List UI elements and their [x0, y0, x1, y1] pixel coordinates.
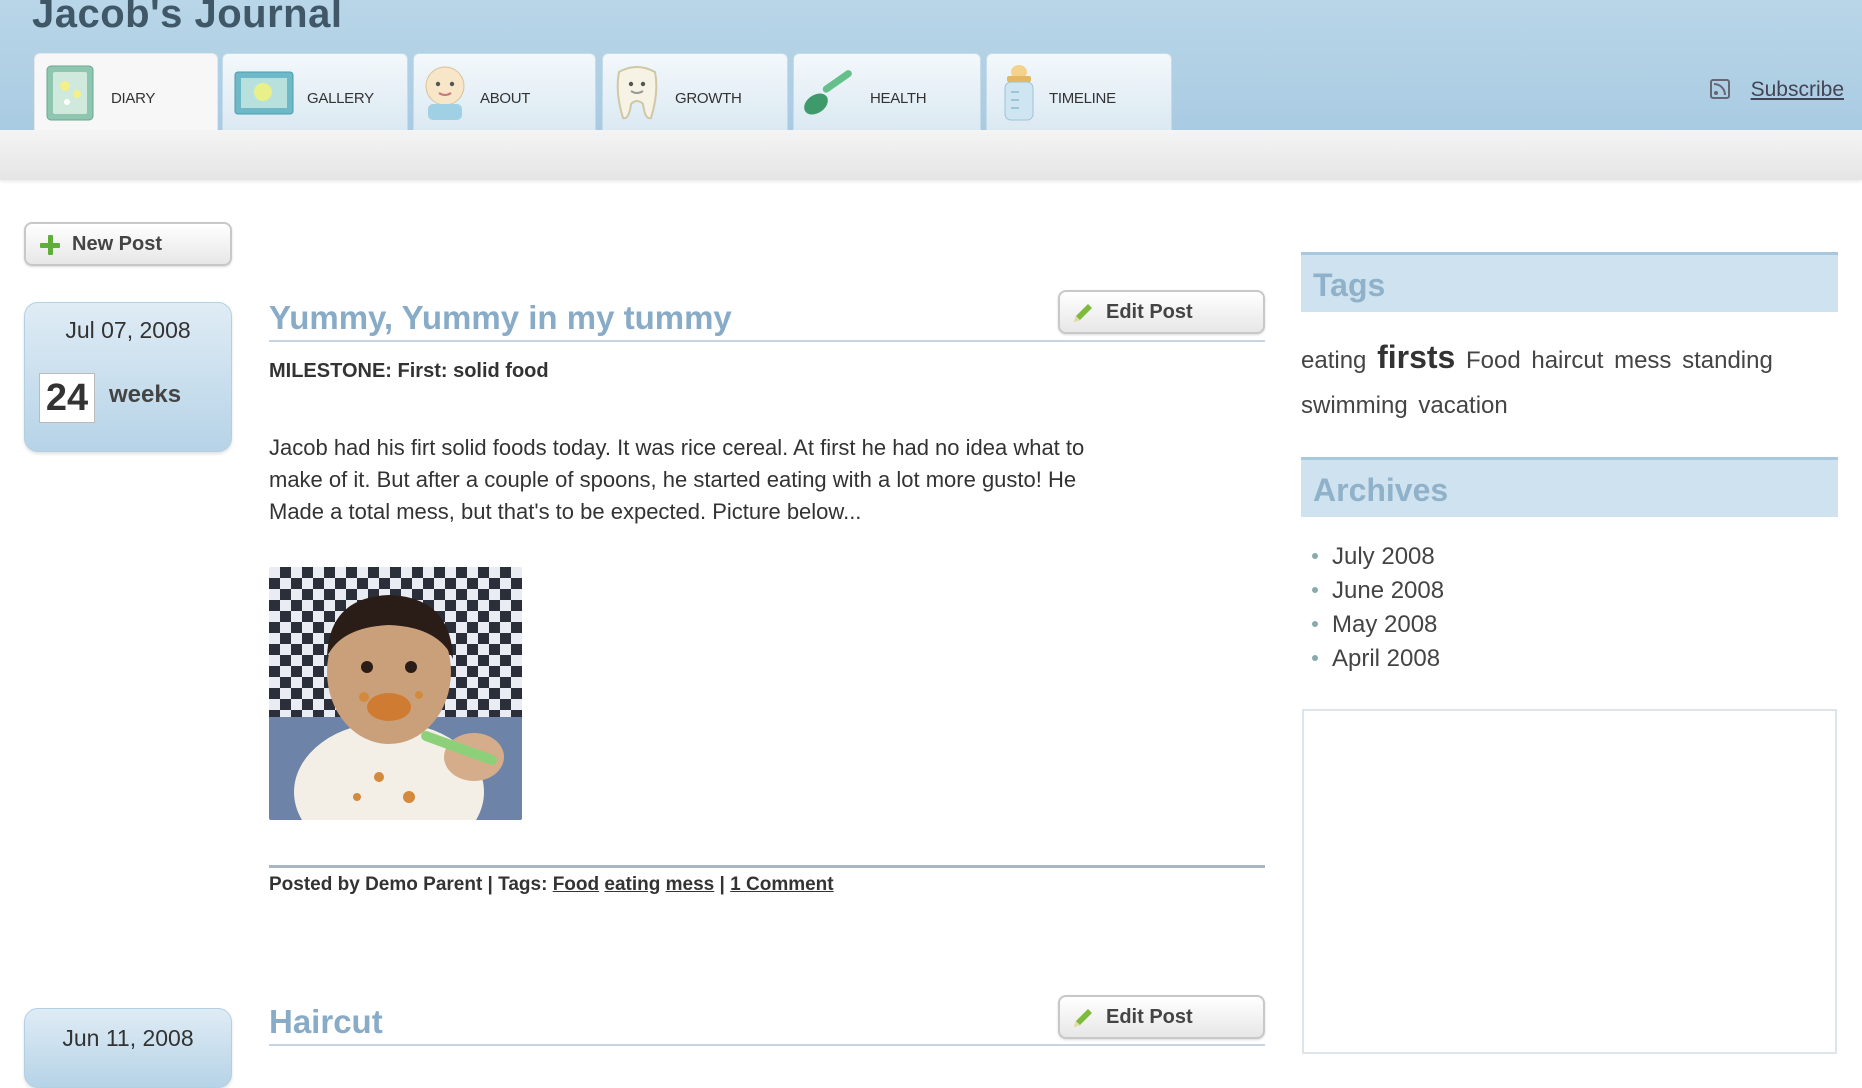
- tab-growth-label: GROWTH: [675, 90, 742, 107]
- title-divider: [269, 1044, 1265, 1046]
- post-footer-divider: [269, 865, 1265, 868]
- edit-post-label: Edit Post: [1106, 301, 1193, 323]
- archives-header: Archives: [1301, 457, 1838, 517]
- tag-link[interactable]: Food: [553, 874, 599, 895]
- edit-post-label: Edit Post: [1106, 1006, 1193, 1028]
- edit-post-button[interactable]: Edit Post: [1058, 290, 1265, 334]
- bullet-icon: [1312, 654, 1318, 661]
- date-badge: Jun 11, 2008: [24, 1008, 232, 1088]
- tag-link[interactable]: eating: [604, 874, 660, 895]
- footer-separator: |: [719, 874, 725, 895]
- title-divider: [269, 340, 1265, 342]
- tags-title: Tags: [1313, 267, 1386, 303]
- tag-link[interactable]: vacation: [1418, 392, 1507, 419]
- tooth-icon: [616, 66, 658, 120]
- tab-about-label: ABOUT: [480, 90, 531, 107]
- tab-gallery-label: GALLERY: [307, 90, 374, 107]
- post-body-line: Jacob had his firt solid foods today. It…: [269, 435, 1085, 460]
- site-title: Jacob's Journal: [32, 0, 343, 36]
- tab-health-label: HEALTH: [870, 90, 927, 107]
- age-weeks-label: weeks: [109, 381, 182, 408]
- tag-link[interactable]: mess: [1614, 347, 1671, 374]
- tab-about[interactable]: ABOUT: [413, 53, 596, 130]
- archive-label: July 2008: [1332, 543, 1435, 570]
- milestone-text: MILESTONE: First: solid food: [269, 360, 549, 382]
- tab-growth[interactable]: GROWTH: [602, 53, 788, 130]
- baby-face-icon: [425, 66, 465, 120]
- tag-link[interactable]: mess: [666, 874, 715, 895]
- archive-item[interactable]: July 2008: [1312, 540, 1444, 574]
- archives-title: Archives: [1313, 472, 1449, 508]
- post-footer: Posted by Demo Parent | Tags: Food eatin…: [269, 874, 834, 896]
- archive-label: June 2008: [1332, 577, 1445, 604]
- post-body-line: Made a total mess, but that's to be expe…: [269, 499, 862, 524]
- archive-item[interactable]: April 2008: [1312, 642, 1444, 676]
- tab-gallery[interactable]: GALLERY: [222, 53, 408, 130]
- tab-diary-label: DIARY: [111, 90, 156, 107]
- tab-timeline[interactable]: TIMELINE: [986, 53, 1172, 130]
- diary-icon: [46, 65, 94, 121]
- date-badge: Jul 07, 2008 24 weeks: [24, 302, 232, 452]
- subscribe-link[interactable]: Subscribe: [1751, 78, 1844, 102]
- edit-post-button[interactable]: Edit Post: [1058, 995, 1265, 1039]
- tag-link[interactable]: Food: [1466, 347, 1521, 374]
- new-post-label: New Post: [72, 233, 163, 255]
- bullet-icon: [1312, 620, 1318, 627]
- post-title[interactable]: Haircut: [269, 1003, 383, 1041]
- new-post-button[interactable]: New Post: [24, 222, 232, 266]
- tag-link[interactable]: swimming: [1301, 392, 1408, 419]
- tags-header: Tags: [1301, 252, 1838, 312]
- post-photo[interactable]: [269, 567, 522, 820]
- tab-timeline-label: TIMELINE: [1049, 90, 1116, 107]
- posted-by-text: Posted by Demo Parent | Tags:: [269, 874, 548, 895]
- bullet-icon: [1312, 586, 1318, 593]
- baby-eating-photo: [269, 567, 522, 820]
- post-date: Jul 07, 2008: [65, 317, 191, 343]
- gallery-icon: [234, 71, 294, 115]
- archive-label: May 2008: [1332, 611, 1438, 638]
- pencil-icon: [1074, 1009, 1092, 1027]
- tag-link[interactable]: firsts: [1377, 339, 1455, 375]
- tab-diary[interactable]: DIARY: [34, 53, 218, 133]
- comments-link[interactable]: 1 Comment: [730, 874, 833, 895]
- archive-label: April 2008: [1332, 645, 1441, 672]
- tag-link[interactable]: eating: [1301, 347, 1366, 374]
- archive-item[interactable]: June 2008: [1312, 574, 1444, 608]
- spoon-icon: [804, 70, 852, 115]
- post-body-line: make of it. But after a couple of spoons…: [269, 467, 1077, 492]
- rss-icon[interactable]: [1710, 79, 1730, 99]
- tag-cloud: eating firsts Food haircut mess standing…: [1301, 335, 1841, 428]
- pencil-icon: [1074, 304, 1092, 322]
- site-header: Jacob's Journal DIARY GALLERY ABOUT GROW…: [0, 0, 1862, 133]
- tab-content-bar: [0, 130, 1862, 180]
- bullet-icon: [1312, 552, 1318, 559]
- post-title[interactable]: Yummy, Yummy in my tummy: [269, 299, 732, 337]
- sidebar-widget-box: [1302, 709, 1837, 1054]
- archive-item[interactable]: May 2008: [1312, 608, 1444, 642]
- tab-health[interactable]: HEALTH: [793, 53, 981, 130]
- age-weeks-value: 24: [39, 373, 95, 423]
- tag-link[interactable]: haircut: [1531, 347, 1603, 374]
- archive-list: July 2008 June 2008 May 2008 April 2008: [1312, 540, 1444, 676]
- bottle-icon: [1004, 65, 1034, 121]
- plus-icon: [40, 235, 60, 255]
- tag-link[interactable]: standing: [1682, 347, 1773, 374]
- post-body: Jacob had his firt solid foods today. It…: [269, 432, 1249, 528]
